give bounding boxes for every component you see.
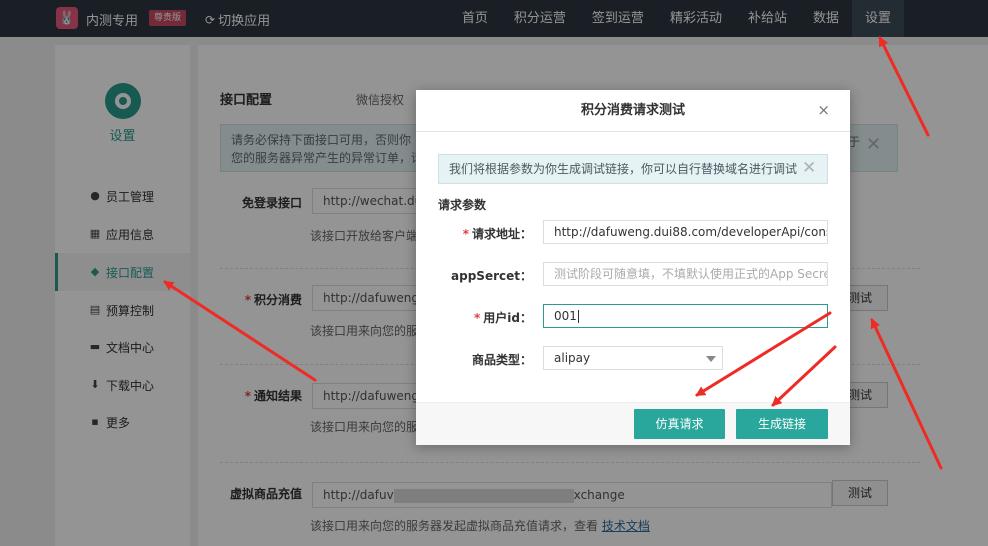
tip-close-icon[interactable]: ✕ [802,159,816,177]
appsecret-label: appSercet： [451,269,532,283]
simulate-request-button[interactable]: 仿真请求 [634,409,725,439]
required-mark: * [474,311,481,325]
request-url-input[interactable]: http://dafuweng.dui88.com/developerApi/c… [543,220,828,244]
modal-title: 积分消费请求测试 [416,90,850,132]
goods-type-value: alipay [554,351,591,365]
modal-tip-banner: 我们将根据参数为你生成调试链接，你可以自行替换域名进行调试 [438,154,828,184]
appsecret-input[interactable]: 测试阶段可随意填，不填默认使用正式的App Secret [543,262,828,286]
uid-label-text: 用户id： [483,311,532,325]
text-caret [577,310,579,323]
uid-label: * 用户id： [438,309,532,326]
close-icon[interactable]: × [817,102,830,118]
user-id-input[interactable]: 001 [543,304,828,328]
goods-type-select[interactable]: alipay [543,346,723,370]
consume-test-modal: 积分消费请求测试 × 我们将根据参数为你生成调试链接，你可以自行替换域名进行调试… [416,90,850,445]
section-title: 请求参数 [438,198,487,212]
chevron-down-icon [706,356,716,362]
required-mark: * [462,227,469,241]
url-label-text: 请求地址： [471,227,532,241]
generate-link-button[interactable]: 生成链接 [736,409,828,439]
user-id-value: 001 [554,309,577,323]
url-label: * 请求地址： [438,225,532,242]
goods-type-label: 商品类型： [471,353,532,367]
